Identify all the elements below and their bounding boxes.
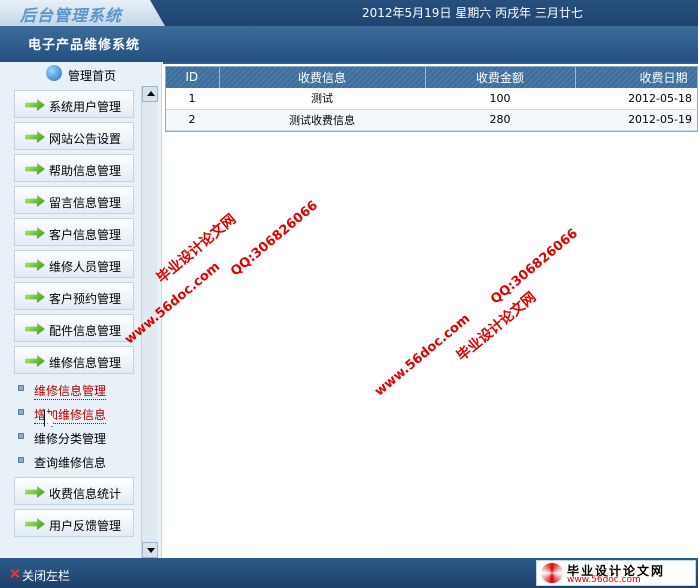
sidebar-item-parts[interactable]: 配件信息管理: [14, 314, 134, 342]
submenu-item-query-repair[interactable]: 查询维修信息: [14, 449, 140, 473]
cell-fee-info: 测试收费信息: [219, 109, 425, 131]
bottom-bar: 关闭左栏 毕业设计论文网 www.56doc.com: [0, 558, 698, 588]
scroll-down-arrow-icon[interactable]: [142, 542, 158, 558]
repair-submenu: 维修信息管理 增加维修信息 维修分类管理 查询维修信息: [14, 377, 140, 473]
sidebar-home-link[interactable]: 管理首页: [0, 62, 162, 86]
column-header-fee-date[interactable]: 收费日期: [575, 66, 698, 88]
arrow-icon: [25, 355, 45, 367]
sidebar-item-messages[interactable]: 留言信息管理: [14, 186, 134, 214]
bullet-icon: [18, 457, 24, 463]
top-bar: 后台管理系统 2012年5月19日 星期六 丙戌年 三月廿七: [0, 0, 698, 26]
submenu-label: 维修分类管理: [34, 432, 107, 446]
sidebar-item-system-users[interactable]: 系统用户管理: [14, 90, 134, 118]
sidebar-item-appointments[interactable]: 客户预约管理: [14, 282, 134, 310]
arrow-icon: [25, 227, 45, 239]
logo-tab: 后台管理系统: [0, 0, 165, 26]
app-logo: 后台管理系统: [20, 6, 123, 25]
home-label: 管理首页: [68, 69, 117, 83]
sidebar-item-feedback[interactable]: 用户反馈管理: [14, 509, 134, 537]
brand-logo-icon: [541, 563, 563, 583]
sidebar: 管理首页 系统用户管理 网站公告设置 帮助信息管理 留言信息管理 客户信息管理 …: [0, 62, 162, 558]
cell-fee-date: 2012-05-19: [575, 109, 698, 131]
column-header-fee-amount[interactable]: 收费金额: [425, 66, 576, 88]
submenu-item-repair-categories[interactable]: 维修分类管理: [14, 425, 140, 449]
table-header-row: ID 收费信息 收费金额 收费日期: [165, 66, 698, 88]
title-bar: 电子产品维修系统: [0, 26, 698, 62]
arrow-icon: [25, 259, 45, 271]
sidebar-menu: 系统用户管理 网站公告设置 帮助信息管理 留言信息管理 客户信息管理 维修人员管…: [10, 86, 140, 558]
sidebar-item-label: 用户反馈管理: [49, 519, 122, 533]
arrow-icon: [25, 99, 45, 111]
cell-fee-info: 测试: [219, 88, 425, 110]
system-title: 电子产品维修系统: [28, 38, 141, 53]
table-row[interactable]: 1 测试 100 2012-05-18: [165, 88, 698, 110]
sidebar-item-label: 帮助信息管理: [49, 164, 122, 178]
bullet-icon: [18, 409, 24, 415]
cell-fee-amount: 280: [425, 109, 575, 131]
table-row[interactable]: 2 测试收费信息 280 2012-05-19: [165, 109, 698, 131]
arrow-icon: [25, 195, 45, 207]
submenu-label: 维修信息管理: [34, 384, 107, 400]
arrow-icon: [25, 131, 45, 143]
current-date: 2012年5月19日 星期六 丙戌年 三月廿七: [362, 6, 583, 20]
submenu-item-add-repair[interactable]: 增加维修信息: [14, 401, 140, 427]
close-icon[interactable]: [10, 569, 19, 578]
sidebar-item-label: 配件信息管理: [49, 324, 122, 338]
sidebar-item-label: 维修人员管理: [49, 260, 122, 274]
sidebar-item-label: 客户信息管理: [49, 228, 122, 242]
scroll-up-arrow-icon[interactable]: [142, 86, 158, 102]
fee-table: ID 收费信息 收费金额 收费日期 1 测试 100 2012-05-18 2 …: [165, 66, 698, 131]
home-globe-icon: [46, 65, 62, 81]
arrow-icon: [25, 518, 45, 530]
sidebar-item-label: 系统用户管理: [49, 100, 122, 114]
column-header-id[interactable]: ID: [165, 66, 220, 88]
sidebar-item-repair-staff[interactable]: 维修人员管理: [14, 250, 134, 278]
bullet-icon: [18, 433, 24, 439]
sidebar-item-repairs[interactable]: 维修信息管理: [14, 346, 134, 374]
submenu-label: 查询维修信息: [34, 456, 107, 470]
column-header-fee-info[interactable]: 收费信息: [219, 66, 426, 88]
brand-badge: 毕业设计论文网 www.56doc.com: [536, 560, 696, 586]
cell-fee-date: 2012-05-18: [575, 88, 698, 110]
sidebar-item-label: 留言信息管理: [49, 196, 122, 210]
sidebar-item-fee-stats[interactable]: 收费信息统计: [14, 477, 134, 505]
arrow-icon: [25, 323, 45, 335]
sidebar-item-label: 收费信息统计: [49, 487, 122, 501]
arrow-icon: [25, 163, 45, 175]
cell-id: 1: [165, 88, 219, 110]
cell-fee-amount: 100: [425, 88, 575, 110]
sidebar-item-label: 网站公告设置: [49, 132, 122, 146]
sidebar-item-announcements[interactable]: 网站公告设置: [14, 122, 134, 150]
submenu-item-repair-manage[interactable]: 维修信息管理: [14, 377, 140, 401]
sidebar-item-label: 客户预约管理: [49, 292, 122, 306]
cell-id: 2: [165, 109, 219, 131]
sidebar-item-label: 维修信息管理: [49, 356, 122, 370]
bullet-icon: [18, 385, 24, 391]
sidebar-item-customers[interactable]: 客户信息管理: [14, 218, 134, 246]
main-content: ID 收费信息 收费金额 收费日期 1 测试 100 2012-05-18 2 …: [163, 62, 698, 558]
close-sidebar-link[interactable]: 关闭左栏: [22, 567, 70, 584]
arrow-icon: [25, 486, 45, 498]
sidebar-item-help[interactable]: 帮助信息管理: [14, 154, 134, 182]
arrow-icon: [25, 291, 45, 303]
brand-url: www.56doc.com: [567, 575, 641, 585]
